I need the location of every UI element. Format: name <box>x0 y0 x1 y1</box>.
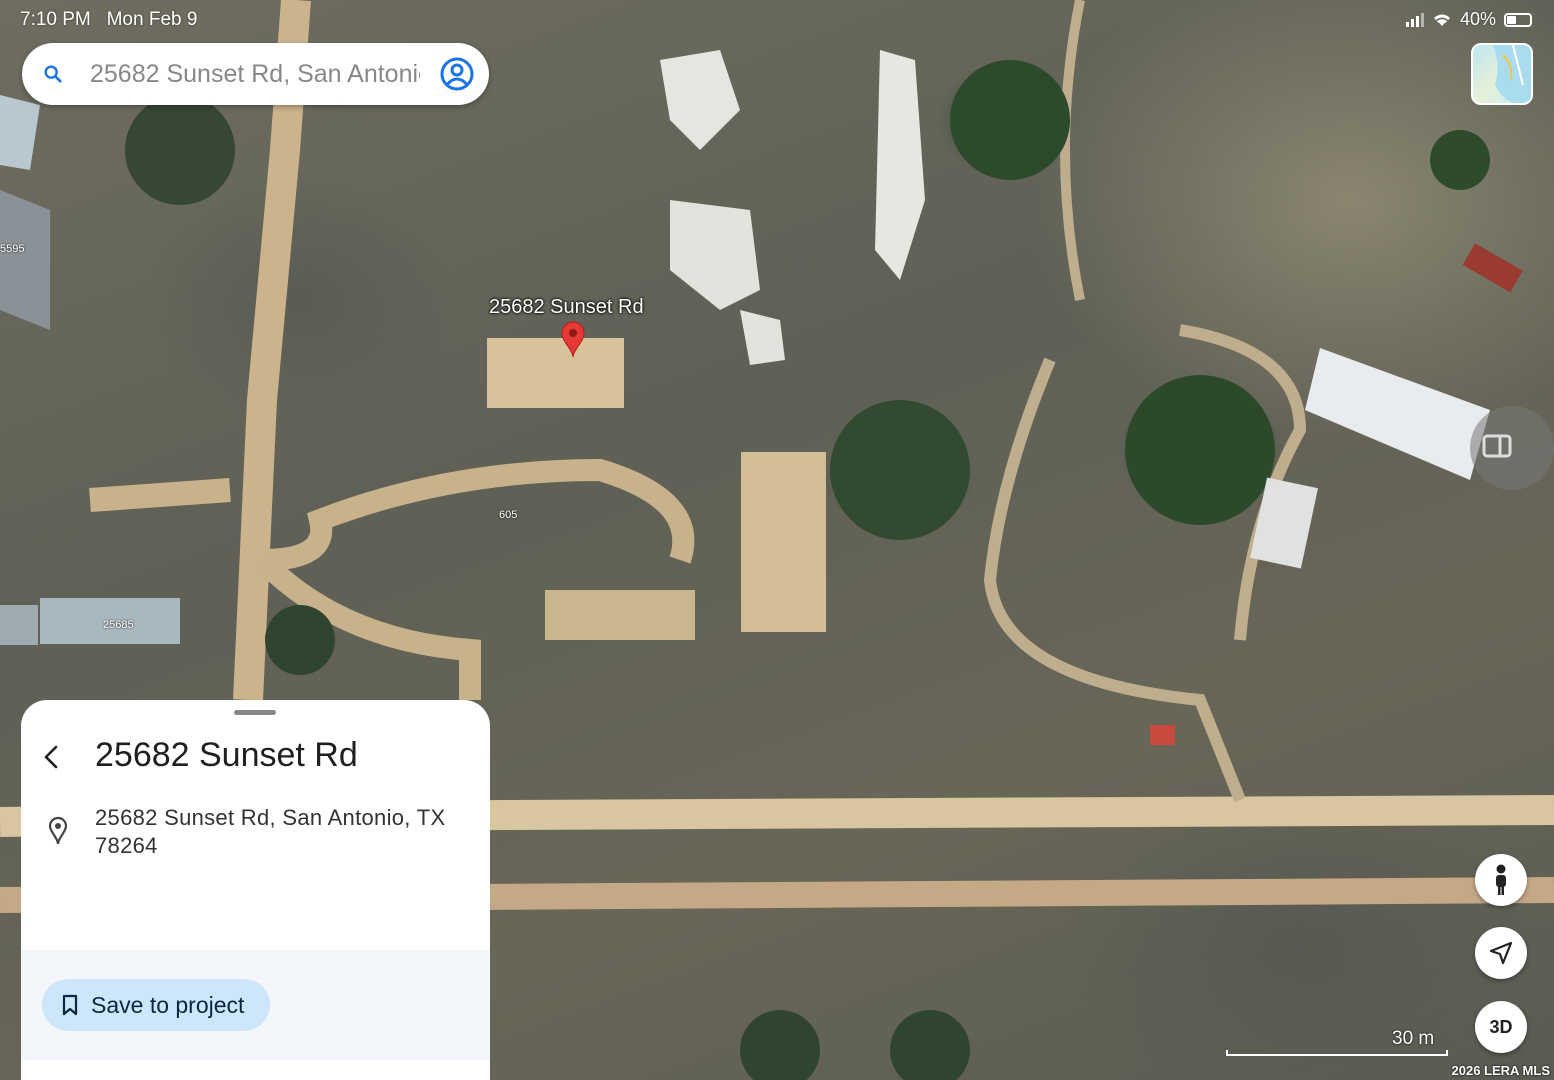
wifi-icon <box>1433 14 1450 26</box>
tree <box>1125 375 1275 525</box>
vehicle <box>1150 725 1175 745</box>
3d-toggle-button[interactable]: 3D <box>1475 1001 1527 1053</box>
scale-label: 30 m <box>1392 1028 1435 1049</box>
save-label: Save to project <box>91 991 245 1018</box>
map-layers-button[interactable] <box>1471 43 1533 105</box>
building-pad <box>487 338 624 408</box>
search-icon[interactable] <box>42 63 64 85</box>
rock-pile <box>740 310 785 365</box>
battery-percent: 40% <box>1459 9 1496 29</box>
rock-pile <box>660 50 740 150</box>
tree <box>1430 130 1490 190</box>
back-icon[interactable] <box>39 742 63 772</box>
my-location-button[interactable] <box>1475 927 1527 979</box>
tree <box>830 400 970 540</box>
cleared-pad-east <box>741 452 826 632</box>
map-thumbnail-icon <box>1493 45 1531 103</box>
cellular-signal-icon <box>1405 12 1424 27</box>
address-pin-icon <box>48 816 68 845</box>
place-address: 25682 Sunset Rd, San Antonio, TX 78264 <box>95 805 446 858</box>
place-title: 25682 Sunset Rd <box>95 736 358 774</box>
tree <box>265 605 335 675</box>
cleared-pad-south <box>545 590 695 640</box>
building-metal-roof <box>1305 348 1490 480</box>
place-bottom-sheet[interactable]: 25682 Sunset Rd 25682 Sunset Rd, San Ant… <box>21 700 490 1080</box>
sheet-drag-handle[interactable] <box>234 710 276 715</box>
street-view-thumbnail-icon <box>1482 434 1512 458</box>
tree <box>890 1010 970 1080</box>
account-icon[interactable] <box>439 56 475 92</box>
lot-label-605: 605 <box>499 509 518 521</box>
lot-label-25685: 25685 <box>103 619 134 631</box>
bookmark-icon <box>62 994 78 1016</box>
street-view-dock[interactable] <box>1470 406 1554 490</box>
navigation-arrow-icon <box>1489 941 1513 965</box>
battery-icon <box>1504 12 1532 27</box>
status-date: Mon Feb 9 <box>106 9 198 30</box>
driveway-west <box>89 478 231 512</box>
lot-label-5595: 5595 <box>0 243 25 255</box>
rock-pile <box>670 200 760 310</box>
status-indicators: 40% <box>1405 9 1532 30</box>
copyright-text: 2026 LERA MLS <box>1451 1063 1551 1078</box>
scale-bar <box>1226 1050 1448 1056</box>
rock-pile <box>875 50 925 280</box>
pin-label: 25682 Sunset Rd <box>489 296 644 318</box>
search-input[interactable] <box>90 59 420 89</box>
pegman-icon <box>1496 864 1506 895</box>
street-view-button[interactable] <box>1475 854 1527 906</box>
house-roof <box>0 95 40 170</box>
save-to-project-button[interactable]: Save to project <box>42 979 270 1031</box>
search-bar[interactable] <box>22 43 489 105</box>
mobile-home <box>0 605 38 645</box>
tree <box>950 60 1070 180</box>
tree <box>125 95 235 205</box>
status-time: 7:10 PM Mon Feb 9 <box>20 9 197 31</box>
trail-north <box>1060 0 1085 301</box>
location-pin-icon[interactable] <box>560 320 586 358</box>
vehicle <box>1462 243 1523 293</box>
3d-label: 3D <box>1489 1016 1513 1037</box>
driveway-loop <box>261 458 695 571</box>
tree <box>740 1010 820 1080</box>
status-clock: 7:10 PM <box>20 9 91 30</box>
house-roof <box>0 190 50 330</box>
